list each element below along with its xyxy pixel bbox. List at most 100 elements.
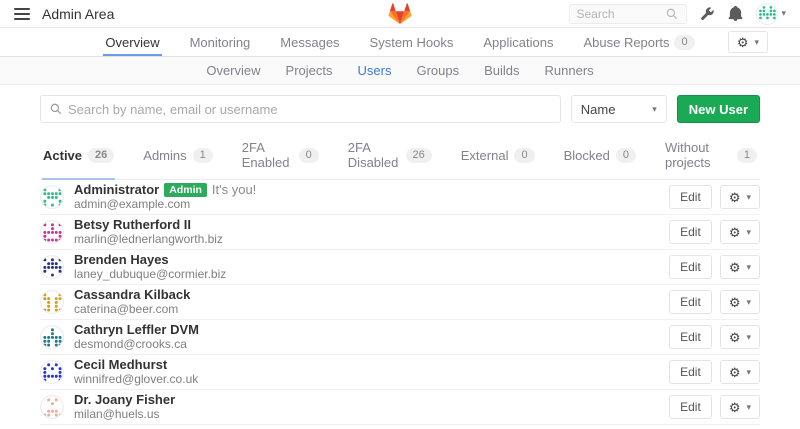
table-row: Cassandra Kilback caterina@beer.com Edit…: [40, 285, 760, 320]
filter-label: Active: [43, 148, 82, 163]
user-email: marlin@lednerlangworth.biz: [74, 232, 223, 247]
notifications-bell-icon[interactable]: [728, 6, 743, 21]
gear-icon: ⚙: [729, 331, 741, 344]
edit-button[interactable]: Edit: [669, 360, 712, 384]
filter-label: Without projects: [665, 140, 731, 170]
subnav-item-runners[interactable]: Runners: [545, 63, 594, 78]
user-settings-dropdown[interactable]: ⚙ ▾: [720, 325, 760, 349]
user-email: admin@example.com: [74, 197, 256, 212]
filter-label: Admins: [143, 148, 186, 163]
avatar: [40, 255, 64, 279]
user-settings-dropdown[interactable]: ⚙ ▾: [720, 395, 760, 419]
overview-sub-nav: Overview Projects Users Groups Builds Runners: [0, 57, 800, 85]
count-badge: 0: [514, 148, 534, 163]
count-badge: 1: [193, 148, 213, 163]
tab-abuse-reports[interactable]: Abuse Reports0: [581, 28, 696, 56]
user-name[interactable]: Dr. Joany Fisher: [74, 392, 175, 407]
tab-label: Messages: [280, 35, 339, 50]
tab-overview[interactable]: Overview: [103, 28, 161, 56]
user-settings-dropdown[interactable]: ⚙ ▾: [720, 220, 760, 244]
search-icon: [666, 8, 678, 20]
avatar: [40, 185, 64, 209]
filter-tab-without-projects[interactable]: Without projects 1: [664, 134, 758, 179]
user-filter-tabs: Active26 Admins 1 2FA Enabled0 2FA Disabled2…: [40, 132, 760, 180]
user-email: winnifred@glover.co.uk: [74, 372, 198, 387]
edit-button[interactable]: Edit: [669, 255, 712, 279]
gear-icon: ⚙: [737, 36, 749, 49]
its-you-note: It's you!: [212, 182, 256, 197]
filter-tab-admins[interactable]: Admins 1: [142, 134, 213, 179]
users-toolbar: Name ▾ New User: [40, 85, 760, 132]
user-search[interactable]: [40, 95, 561, 123]
subnav-item-builds[interactable]: Builds: [484, 63, 519, 78]
admin-wrench-icon[interactable]: [700, 6, 715, 21]
chevron-down-icon: ▾: [746, 333, 751, 342]
edit-button[interactable]: Edit: [669, 220, 712, 244]
chevron-down-icon: ▾: [746, 298, 751, 307]
tab-monitoring[interactable]: Monitoring: [188, 28, 253, 56]
chevron-down-icon: ▾: [746, 263, 751, 272]
global-search-input[interactable]: [576, 7, 666, 21]
subnav-item-users[interactable]: Users: [358, 63, 392, 78]
filter-label: Blocked: [564, 148, 610, 163]
gear-icon: ⚙: [729, 261, 741, 274]
table-row: Betsy Rutherford II marlin@lednerlangwor…: [40, 215, 760, 250]
edit-button[interactable]: Edit: [669, 325, 712, 349]
tab-label: Abuse Reports: [583, 35, 669, 50]
user-name[interactable]: Betsy Rutherford II: [74, 217, 191, 232]
user-name[interactable]: Brenden Hayes: [74, 252, 169, 267]
user-settings-dropdown[interactable]: ⚙ ▾: [720, 290, 760, 314]
avatar: [40, 290, 64, 314]
page-title: Admin Area: [42, 6, 114, 22]
gear-icon: ⚙: [729, 366, 741, 379]
filter-tab-external[interactable]: External0: [460, 134, 536, 179]
tab-messages[interactable]: Messages: [278, 28, 341, 56]
avatar: [40, 360, 64, 384]
gitlab-logo-icon[interactable]: [388, 3, 412, 30]
admin-badge: Admin: [164, 183, 207, 197]
hamburger-menu-icon[interactable]: [14, 8, 30, 20]
count-badge: 0: [299, 148, 319, 163]
gear-icon: ⚙: [729, 401, 741, 414]
filter-tab-2fa-enabled[interactable]: 2FA Enabled0: [241, 134, 320, 179]
user-name[interactable]: Administrator: [74, 182, 159, 197]
subnav-item-groups[interactable]: Groups: [416, 63, 459, 78]
search-icon: [50, 103, 62, 115]
user-settings-dropdown[interactable]: ⚙ ▾: [720, 360, 760, 384]
edit-button[interactable]: Edit: [669, 395, 712, 419]
user-email: desmond@crooks.ca: [74, 337, 199, 352]
sort-dropdown[interactable]: Name ▾: [571, 95, 667, 123]
subnav-item-overview[interactable]: Overview: [206, 63, 260, 78]
user-avatar-menu[interactable]: ▾: [756, 3, 786, 25]
new-user-button[interactable]: New User: [677, 95, 760, 123]
user-settings-dropdown[interactable]: ⚙ ▾: [720, 255, 760, 279]
avatar: [40, 220, 64, 244]
tab-system-hooks[interactable]: System Hooks: [368, 28, 456, 56]
filter-label: 2FA Disabled: [348, 140, 400, 170]
avatar: [756, 3, 778, 25]
edit-button[interactable]: Edit: [669, 185, 712, 209]
user-name[interactable]: Cathryn Leffler DVM: [74, 322, 199, 337]
user-settings-dropdown[interactable]: ⚙ ▾: [720, 185, 760, 209]
user-name[interactable]: Cassandra Kilback: [74, 287, 190, 302]
edit-button[interactable]: Edit: [669, 290, 712, 314]
subnav-item-projects[interactable]: Projects: [286, 63, 333, 78]
user-email: laney_dubuque@cormier.biz: [74, 267, 226, 282]
top-header-bar: Admin Area: [0, 0, 800, 28]
count-badge: 1: [737, 148, 757, 163]
table-row: Jazmin Sipes juliet.turner@leannon.co.uk…: [40, 425, 760, 429]
table-row: Cecil Medhurst winnifred@glover.co.uk Ed…: [40, 355, 760, 390]
filter-tab-active[interactable]: Active26: [42, 134, 115, 179]
nav-settings-dropdown[interactable]: ⚙ ▾: [728, 31, 768, 53]
table-row: Cathryn Leffler DVM desmond@crooks.ca Ed…: [40, 320, 760, 355]
global-search[interactable]: [569, 4, 687, 24]
tab-label: System Hooks: [370, 35, 454, 50]
user-name[interactable]: Cecil Medhurst: [74, 357, 167, 372]
filter-tab-2fa-disabled[interactable]: 2FA Disabled26: [347, 134, 433, 179]
table-row: Dr. Joany Fisher milan@huels.us Edit ⚙ ▾: [40, 390, 760, 425]
filter-tab-blocked[interactable]: Blocked0: [563, 134, 637, 179]
tab-applications[interactable]: Applications: [481, 28, 555, 56]
user-search-input[interactable]: [68, 102, 551, 117]
chevron-down-icon: ▾: [746, 193, 751, 202]
gear-icon: ⚙: [729, 296, 741, 309]
